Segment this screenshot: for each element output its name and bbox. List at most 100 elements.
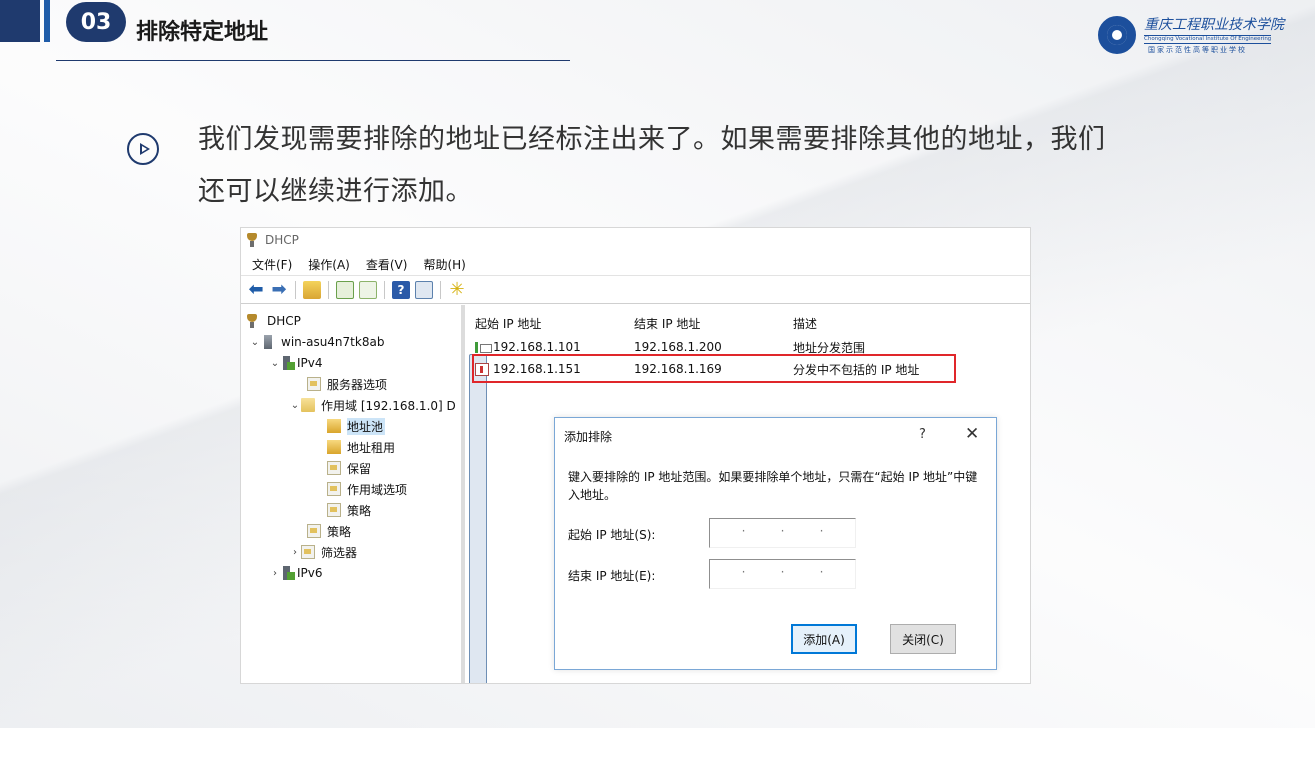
- tree-item-reservations[interactable]: 保留: [327, 458, 371, 478]
- menu-action[interactable]: 操作(A): [308, 256, 350, 273]
- options-icon: [307, 377, 321, 391]
- ip-octet-separator: ·: [780, 524, 785, 538]
- export-list-icon[interactable]: [359, 281, 377, 299]
- ip-octet-separator: ·: [741, 524, 746, 538]
- header-accent-stripe: [44, 0, 50, 42]
- tree-item-label: win-asu4n7tk8ab: [281, 335, 385, 349]
- chevron-right-icon[interactable]: ›: [289, 547, 301, 558]
- toolbar-separator: [384, 281, 385, 299]
- tree-item-filters[interactable]: › 筛选器: [289, 542, 357, 562]
- menu-help[interactable]: 帮助(H): [423, 256, 465, 273]
- toolbar-separator: [295, 281, 296, 299]
- tree-item-ipv4[interactable]: ⌄ IPv4: [269, 353, 323, 373]
- help-icon[interactable]: ?: [919, 427, 926, 442]
- new-item-star-icon[interactable]: ✳: [448, 281, 466, 299]
- tree-item-address-pool[interactable]: 地址池: [327, 416, 386, 436]
- add-button[interactable]: 添加(A): [791, 624, 857, 654]
- menu-view[interactable]: 查看(V): [366, 256, 408, 273]
- tree-item-label: 保留: [347, 461, 372, 476]
- ip-octet-separator: ·: [819, 565, 824, 579]
- dialog-title: 添加排除: [564, 430, 613, 444]
- chevron-down-icon[interactable]: ⌄: [289, 400, 301, 411]
- section-number-badge: 03: [66, 2, 126, 42]
- dialog-description: 键入要排除的 IP 地址范围。如果要排除单个地址，只需在“起始 IP 地址”中键…: [568, 470, 978, 502]
- tree-item-policies[interactable]: 策略: [307, 521, 351, 541]
- filter-icon: [301, 545, 315, 559]
- column-header-description[interactable]: 描述: [793, 315, 817, 331]
- console-tree: DHCP ⌄ win-asu4n7tk8ab ⌄ IPv4 服务器选项 ⌄ 作用…: [241, 305, 465, 683]
- tree-item-label: IPv4: [297, 356, 323, 370]
- tree-item-scope-policies[interactable]: 策略: [327, 500, 371, 520]
- play-bullet-icon: [127, 133, 159, 165]
- add-exclusion-dialog: 添加排除 ? ✕ 键入要排除的 IP 地址范围。如果要排除单个地址，只需在“起始…: [554, 417, 997, 670]
- tree-item-server[interactable]: ⌄ win-asu4n7tk8ab: [249, 332, 384, 352]
- chevron-down-icon[interactable]: ⌄: [249, 337, 261, 348]
- slide-bottom-margin: [0, 728, 1315, 769]
- menu-file[interactable]: 文件(F): [252, 256, 292, 273]
- tree-item-label: 筛选器: [321, 545, 358, 560]
- forward-arrow-icon[interactable]: ➡: [270, 281, 288, 299]
- ipv4-icon: [283, 356, 295, 370]
- policies-icon: [327, 503, 341, 517]
- logo-subtitle: 国家示范性高等职业学校: [1148, 46, 1247, 54]
- server-icon: [264, 335, 272, 349]
- toolbar: ⬅ ➡ ? ✳: [241, 277, 1030, 683]
- tree-item-label: 地址租用: [347, 440, 396, 455]
- column-header-start-ip[interactable]: 起始 IP 地址: [475, 315, 541, 331]
- back-arrow-icon[interactable]: ⬅: [247, 281, 265, 299]
- help-icon[interactable]: ?: [392, 281, 410, 299]
- tree-item-server-options[interactable]: 服务器选项: [307, 374, 387, 394]
- ip-octet-separator: ·: [780, 565, 785, 579]
- school-seal-icon: [1098, 16, 1136, 54]
- toolbar-separator: [328, 281, 329, 299]
- properties-icon[interactable]: [415, 281, 433, 299]
- tree-item-dhcp[interactable]: DHCP: [245, 311, 301, 331]
- close-button[interactable]: 关闭(C): [890, 624, 956, 654]
- window-titlebar: DHCP: [241, 228, 1030, 252]
- tree-item-scope[interactable]: ⌄ 作用域 [192.168.1.0] D: [289, 395, 456, 415]
- ip-octet-separator: ·: [741, 565, 746, 579]
- refresh-icon[interactable]: [336, 281, 354, 299]
- address-leases-icon: [327, 440, 341, 454]
- end-ip-input[interactable]: · · ·: [709, 559, 856, 589]
- tree-item-address-leases[interactable]: 地址租用: [327, 437, 395, 457]
- logo-chinese-name: 重庆工程职业技术学院: [1144, 17, 1284, 33]
- tree-item-label: 服务器选项: [327, 377, 388, 392]
- header-accent-bar: [0, 0, 40, 42]
- policies-icon: [307, 524, 321, 538]
- school-logo: 重庆工程职业技术学院 Chongqing Vocational Institut…: [1098, 14, 1303, 56]
- column-header-end-ip[interactable]: 结束 IP 地址: [634, 315, 700, 331]
- chevron-down-icon[interactable]: ⌄: [269, 358, 281, 369]
- logo-english-name: Chongqing Vocational Institute Of Engine…: [1144, 35, 1272, 44]
- tree-item-ipv6[interactable]: › IPv6: [269, 563, 323, 583]
- slide-paragraph: 我们发现需要排除的地址已经标注出来了。如果需要排除其他的地址，我们还可以继续进行…: [198, 124, 1106, 207]
- ip-octet-separator: ·: [819, 524, 824, 538]
- tree-item-label: 作用域选项: [347, 482, 408, 497]
- tree-item-label: 策略: [347, 503, 372, 518]
- folder-icon: [301, 398, 315, 412]
- tree-item-label: 作用域 [192.168.1.0] D: [321, 398, 456, 413]
- end-ip-label: 结束 IP 地址(E):: [568, 569, 656, 583]
- row-start-ip: 192.168.1.101: [493, 340, 581, 354]
- menu-bar: 文件(F) 操作(A) 查看(V) 帮助(H): [241, 254, 1030, 276]
- section-title: 排除特定地址: [136, 20, 269, 45]
- tree-item-label: 地址池: [347, 417, 386, 435]
- tree-item-label: DHCP: [267, 314, 301, 328]
- options-icon: [327, 482, 341, 496]
- address-range-icon: [475, 341, 492, 353]
- close-icon[interactable]: ✕: [965, 424, 979, 444]
- address-pool-icon: [327, 419, 341, 433]
- ipv6-icon: [283, 566, 295, 580]
- header-underline: [56, 60, 570, 61]
- start-ip-input[interactable]: · · ·: [709, 518, 856, 548]
- highlight-annotation-box: [472, 354, 956, 383]
- tree-item-label: 策略: [327, 524, 352, 539]
- start-ip-label: 起始 IP 地址(S):: [568, 528, 656, 542]
- up-folder-icon[interactable]: [303, 281, 321, 299]
- chevron-right-icon[interactable]: ›: [269, 568, 281, 579]
- tree-item-scope-options[interactable]: 作用域选项: [327, 479, 407, 499]
- toolbar-separator: [440, 281, 441, 299]
- window-title: DHCP: [265, 233, 299, 247]
- tree-item-label: IPv6: [297, 566, 323, 580]
- reservations-icon: [327, 461, 341, 475]
